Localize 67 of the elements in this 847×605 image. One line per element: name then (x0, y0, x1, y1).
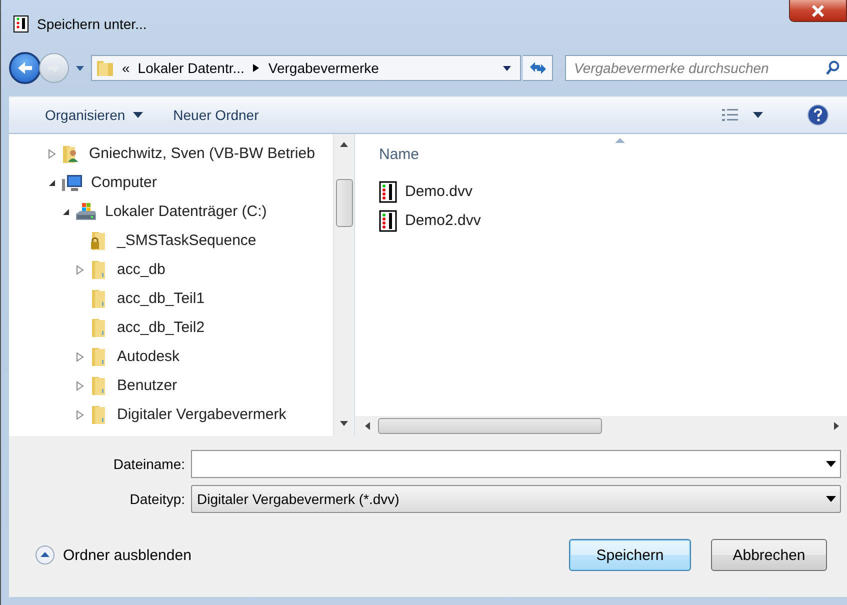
scroll-left-icon[interactable] (365, 422, 370, 430)
toolbar-button[interactable]: Organisieren (37, 103, 152, 127)
help-icon[interactable] (807, 104, 829, 126)
collapse-arrow-icon[interactable] (48, 178, 56, 186)
breadcrumb[interactable]: Lokaler Datentr... (138, 60, 244, 76)
overflow-chevron[interactable]: « (122, 60, 130, 76)
search-field[interactable]: Vergabevermerke durchsuchen (565, 55, 847, 81)
view-list-icon[interactable] (721, 108, 739, 122)
tree-item[interactable]: Digitaler Vergabevermerk (9, 400, 333, 429)
address-bar[interactable]: « Lokaler Datentr... Vergabevermerke (91, 55, 521, 81)
tree-item[interactable]: acc_db (9, 255, 333, 284)
vertical-scrollbar[interactable] (333, 134, 354, 436)
back-button[interactable] (9, 52, 41, 84)
dropdown-caret-icon[interactable] (502, 64, 512, 72)
field-label: Dateityp: (128, 491, 185, 507)
collapse-arrow-icon[interactable] (62, 208, 70, 216)
scroll-thumb[interactable] (378, 418, 602, 434)
dropdown-caret-icon (826, 496, 836, 502)
scroll-right-icon[interactable] (834, 422, 839, 430)
tree-item[interactable]: Gniechwitz, Sven (VB-BW Betrieb (9, 139, 333, 168)
user-folder-icon (61, 144, 81, 164)
drive-icon (75, 202, 97, 222)
document-icon (379, 180, 397, 202)
sort-arrow-icon (615, 138, 625, 143)
expand-arrow-icon[interactable] (76, 380, 84, 390)
tree-item[interactable]: Lokaler Datenträger (C:) (9, 197, 333, 226)
caret-icon[interactable] (753, 112, 763, 118)
close-icon (811, 4, 825, 16)
tree-item[interactable]: Autodesk (9, 342, 333, 371)
scroll-up-icon[interactable] (340, 142, 348, 147)
refresh-icon (528, 60, 548, 76)
scroll-thumb[interactable] (336, 179, 352, 227)
column-header[interactable]: Name (379, 146, 420, 163)
tree-item[interactable]: Computer (9, 168, 333, 197)
tree-item[interactable]: _SMSTaskSequence (9, 226, 333, 255)
window-title: Speichern unter... (37, 16, 147, 32)
document-icon (379, 210, 397, 232)
refresh-button[interactable] (523, 55, 553, 81)
caret-icon (133, 112, 144, 118)
hide-folders-button[interactable]: Ordner ausblenden (35, 545, 192, 565)
field-label: Dateiname: (112, 456, 185, 472)
tree-item[interactable]: acc_db_Teil1 (9, 284, 333, 313)
file-item[interactable]: Demo2.dvv (379, 206, 481, 235)
scroll-down-icon[interactable] (340, 421, 348, 426)
close-button[interactable] (789, 0, 847, 22)
folder-icon (96, 59, 114, 77)
filename-field[interactable] (191, 450, 841, 478)
breadcrumb[interactable]: Vergabevermerke (268, 60, 379, 76)
expand-arrow-icon[interactable] (76, 264, 84, 274)
filetype-dropdown[interactable]: Digitaler Vergabevermerk (*.dvv) (191, 485, 841, 513)
file-item[interactable]: Demo.dvv (379, 177, 473, 206)
dialog-button[interactable]: Speichern (569, 539, 691, 571)
caret-icon[interactable] (75, 64, 85, 72)
collapse-circle-icon (35, 545, 55, 565)
dialog-button[interactable]: Abbrechen (711, 539, 827, 571)
document-icon (13, 15, 29, 33)
horizontal-scrollbar[interactable] (355, 416, 847, 436)
tree-item[interactable]: Benutzer (9, 371, 333, 400)
expand-arrow-icon[interactable] (76, 352, 84, 362)
computer-icon (61, 172, 83, 192)
expand-arrow-icon[interactable] (76, 410, 84, 420)
toolbar-button[interactable]: Neuer Ordner (165, 103, 267, 127)
search-icon (825, 60, 841, 76)
separator-icon[interactable] (252, 63, 260, 73)
tree-item[interactable]: acc_db_Teil2 (9, 313, 333, 342)
dropdown-caret-icon (826, 461, 836, 467)
expand-arrow-icon[interactable] (48, 148, 56, 158)
